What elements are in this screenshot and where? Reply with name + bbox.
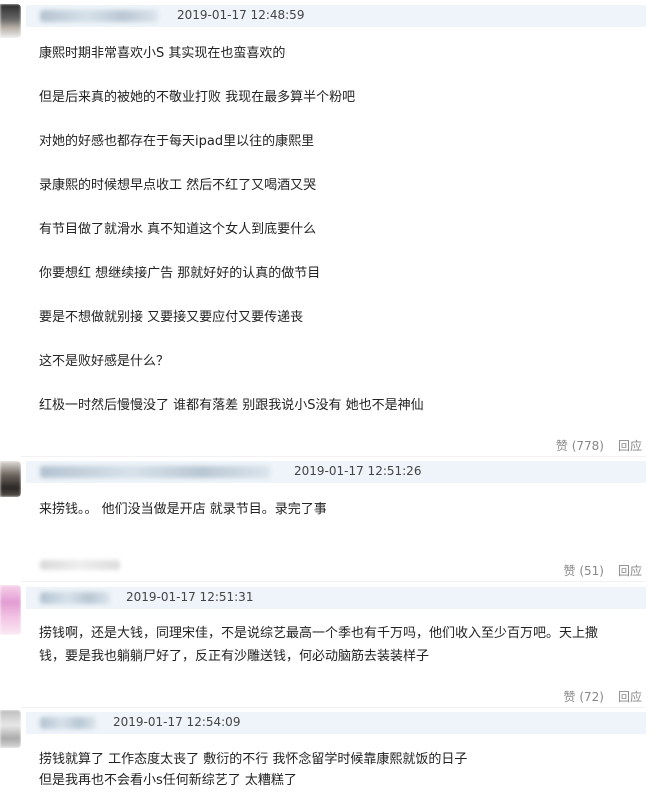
divider (21, 456, 645, 457)
like-button[interactable]: 赞 (778) (556, 437, 604, 454)
divider (21, 707, 645, 708)
avatar[interactable] (0, 710, 21, 748)
blurred-text (40, 560, 120, 570)
reply-button[interactable]: 回应 (618, 562, 642, 579)
comment-text-line: 录康熙的时候想早点收工 然后不红了又喝酒又哭 (39, 178, 317, 193)
comment-actions: 赞 (72) 回应 (564, 688, 642, 705)
comment-text-line: 捞钱啊，还是大钱，同理宋佳，不是说综艺最高一个季也有千万吗，他们收入至少百万吧。… (39, 626, 599, 641)
comment-text-line: 对她的好感也都存在于每天ipad里以往的康熙里 (39, 134, 315, 149)
avatar[interactable] (0, 4, 21, 38)
comment-actions: 赞 (778) 回应 (556, 437, 642, 454)
comment-header: 2019-01-17 12:48:59 (26, 5, 646, 27)
username[interactable] (40, 717, 96, 729)
like-button[interactable]: 赞 (51) (564, 562, 604, 579)
comment-text-line: 但是后来真的被她的不敬业打败 我现在最多算半个粉吧 (39, 90, 356, 105)
reply-button[interactable]: 回应 (618, 437, 642, 454)
comment-text-line: 钱，要是我也躺躺尸好了，反正有沙雕送钱，何必动脑筋去装装样子 (39, 649, 430, 664)
comment-text-line: 康熙时期非常喜欢小S 其实现在也蛮喜欢的 (39, 46, 286, 61)
avatar[interactable] (0, 461, 21, 497)
comment-timestamp: 2019-01-17 12:51:31 (126, 590, 254, 604)
divider (21, 581, 645, 582)
comment-header: 2019-01-17 12:51:26 (26, 461, 646, 483)
comment-text-line: 有节目做了就滑水 真不知道这个女人到底要什么 (39, 222, 317, 237)
comment-text-line: 这不是败好感是什么？ (39, 354, 170, 369)
comment-text-line: 来捞钱。。 他们没当做是开店 就录节目。录完了事 (39, 502, 327, 517)
comment-text-line: 捞钱就算了 工作态度太丧了 敷衍的不行 我怀念留学时候靠康熙就饭的日子 (39, 752, 468, 767)
reply-button[interactable]: 回应 (618, 688, 642, 705)
like-button[interactable]: 赞 (72) (564, 688, 604, 705)
username[interactable] (40, 592, 110, 604)
comment-header: 2019-01-17 12:51:31 (26, 587, 646, 609)
username[interactable] (40, 10, 158, 22)
comment-actions: 赞 (51) 回应 (564, 562, 642, 579)
username[interactable] (40, 466, 270, 478)
comment-text-line: 红极一时然后慢慢没了 谁都有落差 别跟我说小S没有 她也不是神仙 (39, 398, 424, 413)
comment-timestamp: 2019-01-17 12:51:26 (294, 464, 422, 478)
comment-header: 2019-01-17 12:54:09 (26, 712, 646, 734)
comment-text-line: 你要想红 想继续接广告 那就好好的认真的做节目 (39, 266, 321, 281)
avatar[interactable] (0, 585, 21, 635)
comment-text-line: 要是不想做就别接 又要接又要应付又要传递丧 (39, 310, 304, 325)
comment-timestamp: 2019-01-17 12:54:09 (113, 715, 241, 729)
comment-text-line: 但是我再也不会看小s任何新综艺了 太糟糕了 (39, 773, 297, 788)
comment-timestamp: 2019-01-17 12:48:59 (177, 8, 305, 22)
